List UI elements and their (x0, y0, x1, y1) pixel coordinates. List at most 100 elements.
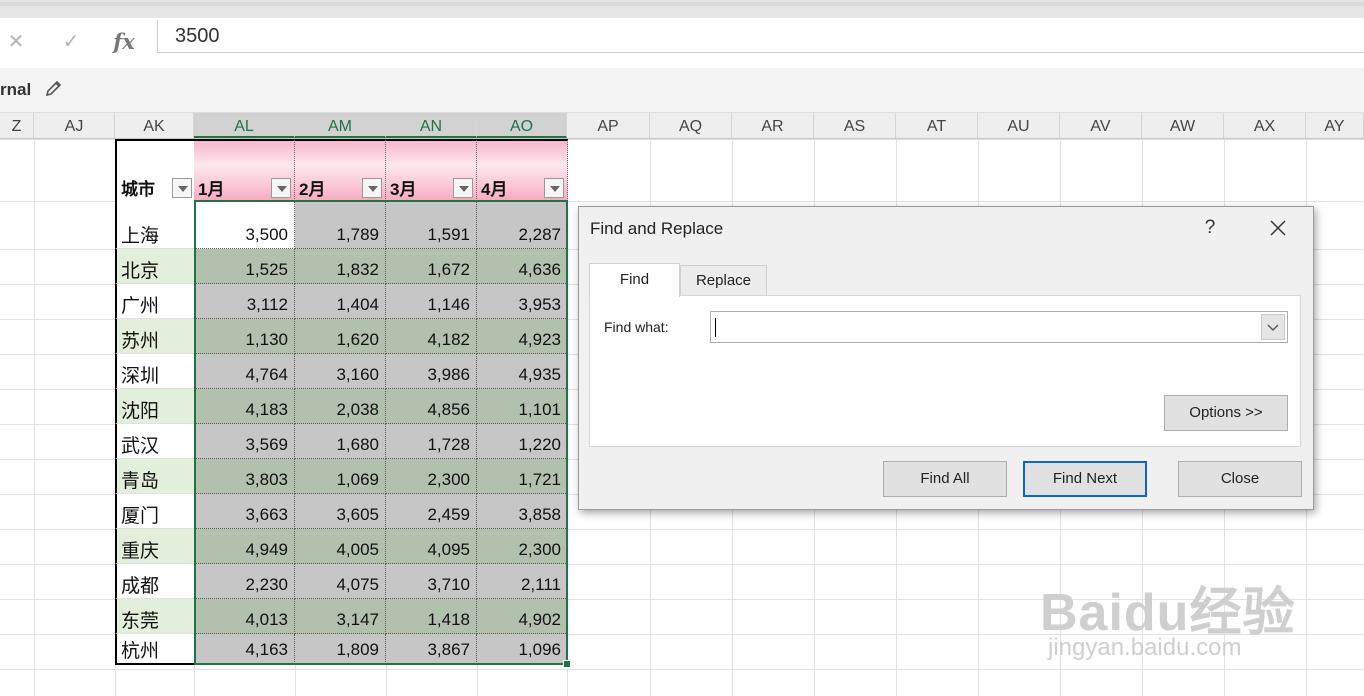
value-cell[interactable]: 1,728 (386, 424, 477, 459)
value-cell[interactable]: 4,764 (194, 354, 295, 389)
dropdown-button[interactable] (1261, 314, 1285, 340)
value-cell[interactable]: 2,300 (386, 459, 477, 494)
city-cell[interactable]: 北京 (115, 249, 195, 284)
insert-function-icon[interactable]: fx (110, 28, 138, 56)
city-cell[interactable]: 东莞 (115, 599, 195, 634)
value-cell[interactable]: 3,803 (194, 459, 295, 494)
value-cell[interactable]: 4,183 (194, 389, 295, 424)
value-cell[interactable]: 3,160 (295, 354, 386, 389)
help-icon[interactable]: ? (1199, 217, 1221, 239)
value-cell[interactable]: 4,095 (386, 529, 477, 564)
city-cell[interactable]: 厦门 (115, 494, 195, 529)
column-header-at[interactable]: AT (896, 113, 978, 138)
value-cell[interactable]: 1,809 (295, 634, 386, 664)
value-cell[interactable]: 3,112 (194, 284, 295, 319)
value-cell[interactable]: 2,230 (194, 564, 295, 599)
value-cell[interactable]: 3,858 (477, 494, 568, 529)
find-next-button[interactable]: Find Next (1023, 461, 1147, 497)
column-header-aw[interactable]: AW (1142, 113, 1224, 138)
value-cell[interactable]: 2,287 (477, 201, 568, 249)
value-cell[interactable]: 3,663 (194, 494, 295, 529)
column-header-as[interactable]: AS (814, 113, 896, 138)
value-cell[interactable]: 1,404 (295, 284, 386, 319)
value-cell[interactable]: 1,789 (295, 201, 386, 249)
filter-dropdown-icon[interactable] (362, 178, 382, 198)
find-all-button[interactable]: Find All (883, 461, 1007, 497)
value-cell[interactable]: 4,636 (477, 249, 568, 284)
active-cell[interactable]: 3,500 (194, 201, 295, 249)
header-cell-city[interactable]: 城市 (115, 139, 195, 201)
value-cell[interactable]: 4,163 (194, 634, 295, 664)
column-header-aq[interactable]: AQ (650, 113, 732, 138)
value-cell[interactable]: 4,923 (477, 319, 568, 354)
value-cell[interactable]: 1,591 (386, 201, 477, 249)
cancel-icon[interactable]: ✕ (2, 28, 30, 56)
column-header-ao[interactable]: AO (477, 113, 567, 138)
tab-replace[interactable]: Replace (680, 265, 767, 295)
value-cell[interactable]: 2,300 (477, 529, 568, 564)
filter-dropdown-icon[interactable] (544, 178, 564, 198)
column-header-z[interactable]: Z (0, 113, 34, 138)
value-cell[interactable]: 4,005 (295, 529, 386, 564)
value-cell[interactable]: 4,182 (386, 319, 477, 354)
value-cell[interactable]: 2,459 (386, 494, 477, 529)
value-cell[interactable]: 1,832 (295, 249, 386, 284)
city-cell[interactable]: 杭州 (115, 634, 195, 664)
value-cell[interactable]: 2,038 (295, 389, 386, 424)
city-cell[interactable]: 成都 (115, 564, 195, 599)
value-cell[interactable]: 1,069 (295, 459, 386, 494)
city-cell[interactable]: 沈阳 (115, 389, 195, 424)
header-cell-month[interactable]: 4月 (477, 139, 568, 201)
column-header-an[interactable]: AN (386, 113, 477, 138)
value-cell[interactable]: 1,146 (386, 284, 477, 319)
column-header-ap[interactable]: AP (567, 113, 650, 138)
column-header-ak[interactable]: AK (115, 113, 194, 138)
header-cell-month[interactable]: 3月 (386, 139, 477, 201)
filter-dropdown-icon[interactable] (172, 178, 192, 198)
city-cell[interactable]: 武汉 (115, 424, 195, 459)
column-header-ax[interactable]: AX (1224, 113, 1306, 138)
column-header-ay[interactable]: AY (1306, 113, 1364, 138)
check-icon[interactable]: ✓ (57, 28, 85, 56)
value-cell[interactable]: 3,953 (477, 284, 568, 319)
city-cell[interactable]: 广州 (115, 284, 195, 319)
header-cell-month[interactable]: 2月 (295, 139, 386, 201)
column-header-av[interactable]: AV (1060, 113, 1142, 138)
value-cell[interactable]: 1,680 (295, 424, 386, 459)
filter-dropdown-icon[interactable] (271, 178, 291, 198)
column-header-am[interactable]: AM (295, 113, 386, 138)
value-cell[interactable]: 1,101 (477, 389, 568, 424)
column-header-aj[interactable]: AJ (34, 113, 115, 138)
city-cell[interactable]: 青岛 (115, 459, 195, 494)
value-cell[interactable]: 1,418 (386, 599, 477, 634)
close-button[interactable]: Close (1178, 461, 1302, 497)
value-cell[interactable]: 4,013 (194, 599, 295, 634)
column-header-al[interactable]: AL (194, 113, 295, 138)
value-cell[interactable]: 1,220 (477, 424, 568, 459)
value-cell[interactable]: 1,525 (194, 249, 295, 284)
value-cell[interactable]: 4,075 (295, 564, 386, 599)
value-cell[interactable]: 1,620 (295, 319, 386, 354)
city-cell[interactable]: 深圳 (115, 354, 195, 389)
value-cell[interactable]: 3,986 (386, 354, 477, 389)
value-cell[interactable]: 4,935 (477, 354, 568, 389)
fill-handle[interactable] (563, 660, 571, 668)
value-cell[interactable]: 2,111 (477, 564, 568, 599)
header-cell-month[interactable]: 1月 (194, 139, 295, 201)
pencil-icon[interactable] (44, 78, 64, 98)
filter-dropdown-icon[interactable] (453, 178, 473, 198)
value-cell[interactable]: 1,130 (194, 319, 295, 354)
value-cell[interactable]: 1,672 (386, 249, 477, 284)
column-header-au[interactable]: AU (978, 113, 1060, 138)
column-header-ar[interactable]: AR (732, 113, 814, 138)
options-button[interactable]: Options >> (1164, 395, 1288, 431)
find-what-input[interactable] (710, 311, 1288, 343)
city-cell[interactable]: 上海 (115, 201, 195, 249)
value-cell[interactable]: 4,856 (386, 389, 477, 424)
value-cell[interactable]: 3,147 (295, 599, 386, 634)
value-cell[interactable]: 1,721 (477, 459, 568, 494)
value-cell[interactable]: 3,710 (386, 564, 477, 599)
value-cell[interactable]: 4,949 (194, 529, 295, 564)
value-cell[interactable]: 3,569 (194, 424, 295, 459)
value-cell[interactable]: 4,902 (477, 599, 568, 634)
